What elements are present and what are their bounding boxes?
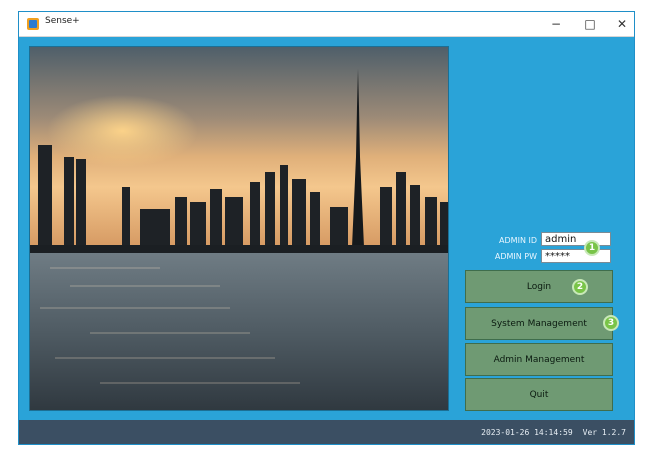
- status-version: Ver 1.2.7: [582, 427, 626, 437]
- system-management-button[interactable]: System Management: [465, 307, 613, 340]
- step-3-badge: 3: [603, 315, 619, 331]
- title-bar[interactable]: Sense+ − □ ✕: [19, 12, 634, 37]
- maximize-button[interactable]: □: [573, 12, 607, 36]
- window-title: Sense+: [45, 16, 80, 26]
- admin-pw-label: ADMIN PW: [494, 252, 537, 261]
- step-2-badge: 2: [572, 279, 588, 295]
- step-1-badge: 1: [584, 240, 600, 256]
- skyline-photo: [29, 46, 449, 411]
- app-icon: [27, 18, 39, 30]
- status-bar: 2023-01-26 14:14:59 Ver 1.2.7: [19, 420, 634, 444]
- app-window: Sense+ − □ ✕ ADMIN ID admin ADMIN PW ***…: [18, 11, 635, 445]
- status-datetime: 2023-01-26 14:14:59: [481, 427, 573, 437]
- admin-pw-input[interactable]: [541, 249, 611, 263]
- admin-id-label: ADMIN ID: [499, 236, 537, 245]
- admin-id-input[interactable]: [541, 232, 611, 246]
- admin-management-button[interactable]: Admin Management: [465, 343, 613, 376]
- minimize-button[interactable]: −: [539, 12, 573, 36]
- skyline-image: [30, 47, 448, 410]
- login-button[interactable]: Login: [465, 270, 613, 303]
- close-button[interactable]: ✕: [605, 12, 639, 36]
- quit-button[interactable]: Quit: [465, 378, 613, 411]
